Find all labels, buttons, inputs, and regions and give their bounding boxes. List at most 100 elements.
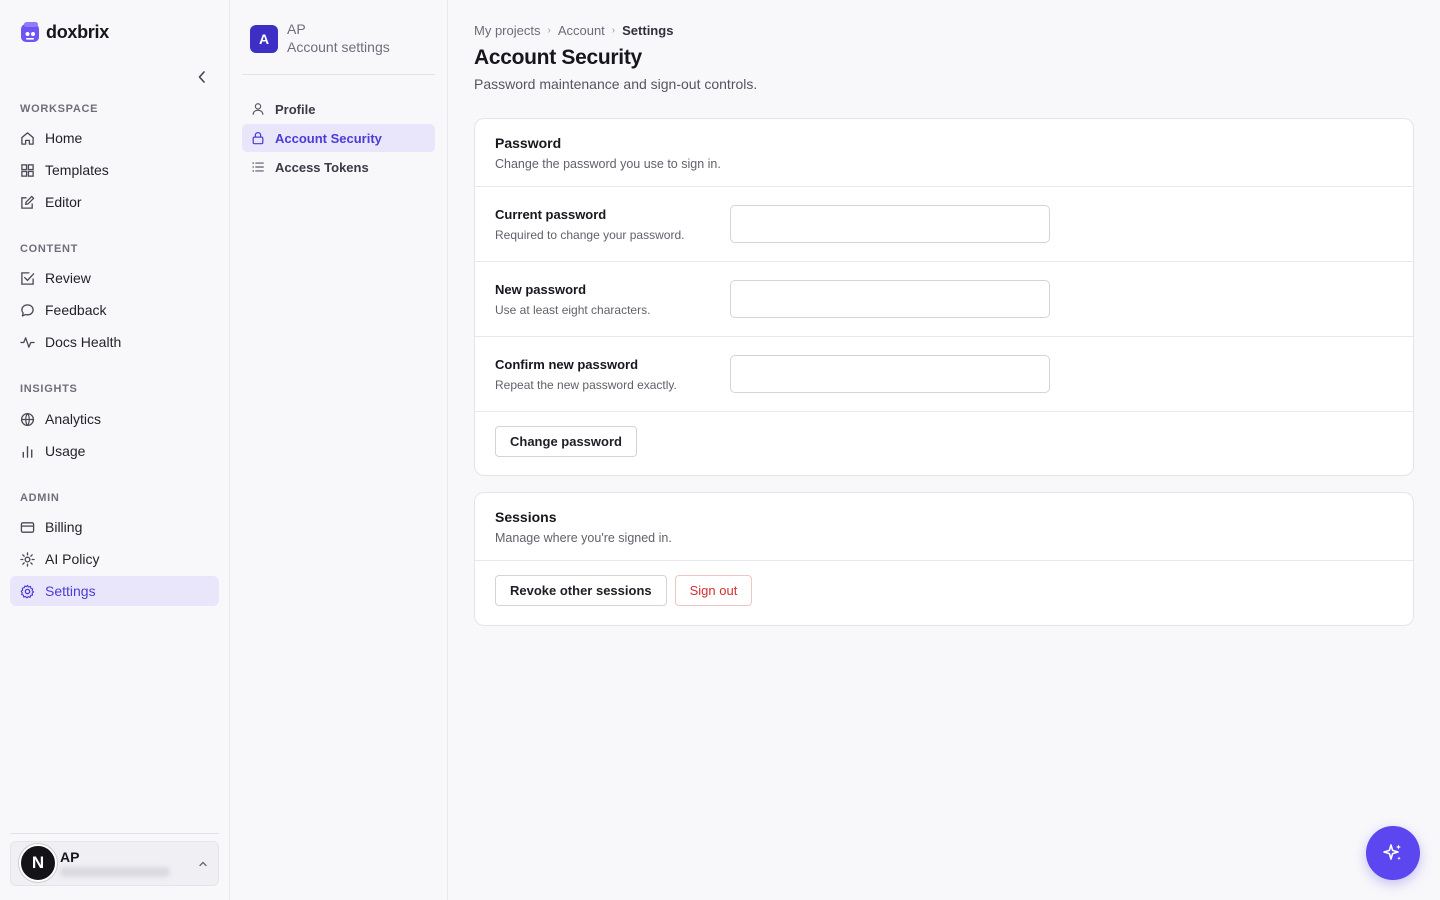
- page-title: Account Security: [474, 46, 642, 69]
- settings-item-label: Profile: [275, 101, 316, 117]
- sidebar-item-label: Editor: [45, 194, 82, 210]
- brand-logo[interactable]: doxbrix: [20, 21, 109, 43]
- bar-chart-icon: [22, 445, 33, 458]
- chevron-left-icon: [198, 71, 205, 83]
- sidebar-divider: [10, 833, 219, 834]
- sessions-card-header: Sessions Manage where you're signed in.: [475, 493, 1413, 561]
- change-password-button[interactable]: Change password: [495, 426, 637, 457]
- user-name: AP: [60, 849, 80, 865]
- field-help: Required to change your password.: [495, 228, 685, 242]
- sidebar-item-feedback[interactable]: Feedback: [10, 295, 219, 325]
- breadcrumb-account[interactable]: Account: [558, 23, 605, 38]
- sidebar-item-templates[interactable]: Templates: [10, 155, 219, 185]
- sidebar-item-label: Review: [45, 270, 91, 286]
- sidebar-item-review[interactable]: Review: [10, 263, 219, 293]
- list-icon: [252, 162, 264, 172]
- sidebar-item-label: Settings: [45, 583, 96, 599]
- current-password-field[interactable]: [730, 205, 1050, 243]
- sidebar-item-label: Feedback: [45, 302, 107, 318]
- card-description: Manage where you're signed in.: [495, 531, 672, 545]
- sidebar-item-billing[interactable]: Billing: [10, 512, 219, 542]
- breadcrumb-separator-icon: ›: [611, 25, 616, 36]
- message-icon: [21, 303, 34, 317]
- sidebar-item-editor[interactable]: Editor: [10, 187, 219, 217]
- breadcrumb-separator-icon: ›: [547, 25, 551, 36]
- account-header: A AP Account settings: [250, 22, 390, 57]
- settings-item-account-security[interactable]: Account Security: [242, 124, 435, 152]
- sun-icon: [20, 551, 35, 567]
- sidebar-item-usage[interactable]: Usage: [10, 436, 219, 466]
- templates-icon: [21, 163, 34, 177]
- breadcrumb-settings: Settings: [622, 23, 674, 38]
- password-actions: Change password: [475, 412, 1413, 471]
- edit-icon: [21, 195, 35, 209]
- sidebar-item-ai-policy[interactable]: AI Policy: [10, 544, 219, 574]
- field-help: Repeat the new password exactly.: [495, 378, 677, 392]
- sidebar-item-label: Analytics: [45, 411, 102, 427]
- avatar: N: [19, 844, 57, 882]
- settings-item-label: Access Tokens: [275, 159, 369, 175]
- lock-icon: [252, 131, 264, 145]
- current-password-row: Current password Required to change your…: [475, 187, 1413, 262]
- check-square-icon: [21, 271, 35, 285]
- sidebar-item-label: Usage: [45, 443, 86, 459]
- credit-card-icon: [20, 521, 35, 533]
- field-label: Current password: [495, 207, 607, 222]
- collapse-sidebar-button[interactable]: [193, 68, 211, 86]
- account-subtitle: Account settings: [287, 39, 390, 55]
- card-title: Password: [495, 135, 562, 151]
- brand-name: doxbrix: [46, 21, 109, 42]
- section-title-workspace: WORKSPACE: [20, 103, 99, 115]
- home-icon: [21, 131, 34, 145]
- settings-item-access-tokens[interactable]: Access Tokens: [242, 153, 435, 181]
- sign-out-button[interactable]: Sign out: [674, 575, 753, 606]
- sessions-card: Sessions Manage where you're signed in. …: [474, 492, 1414, 626]
- sidebar-item-label: AI Policy: [45, 551, 100, 567]
- sidebar-item-label: Home: [45, 130, 83, 146]
- doxbrix-logo-icon: [20, 21, 41, 43]
- password-card: Password Change the password you use to …: [474, 118, 1414, 476]
- chevron-up-icon: [199, 861, 207, 867]
- breadcrumb-my-projects[interactable]: My projects: [474, 23, 540, 38]
- sidebar-item-label: Docs Health: [45, 334, 122, 350]
- main-content: My projects › Account › Settings Account…: [449, 0, 1440, 900]
- sidebar-item-docs-health[interactable]: Docs Health: [10, 327, 219, 357]
- sidebar-item-label: Billing: [45, 519, 83, 535]
- user-icon: [252, 103, 264, 115]
- settings-nav-panel: A AP Account settings Profile Account Se…: [230, 0, 448, 900]
- sidebar-item-analytics[interactable]: Analytics: [10, 404, 219, 434]
- main-sidebar: doxbrix WORKSPACE Home Templates Editor …: [0, 0, 230, 900]
- field-label: Confirm new password: [495, 357, 639, 372]
- page-subtitle: Password maintenance and sign-out contro…: [474, 76, 758, 92]
- sessions-actions: Revoke other sessions Sign out: [475, 561, 1413, 620]
- activity-icon: [20, 336, 35, 348]
- confirm-password-field[interactable]: [730, 355, 1050, 393]
- settings-item-profile[interactable]: Profile: [242, 95, 435, 123]
- confirm-password-row: Confirm new password Repeat the new pass…: [475, 337, 1413, 412]
- sidebar-item-label: Templates: [45, 162, 109, 178]
- section-title-content: CONTENT: [20, 243, 79, 255]
- revoke-other-sessions-button[interactable]: Revoke other sessions: [495, 575, 667, 606]
- card-title: Sessions: [495, 509, 557, 525]
- panel-divider: [242, 74, 435, 75]
- section-title-insights: INSIGHTS: [20, 383, 78, 395]
- sidebar-item-settings[interactable]: Settings: [10, 576, 219, 606]
- password-card-header: Password Change the password you use to …: [475, 119, 1413, 187]
- user-email-redacted: [60, 867, 170, 877]
- globe-icon: [20, 412, 35, 426]
- account-initials: AP: [287, 21, 306, 37]
- sparkle-icon: [1383, 844, 1401, 861]
- user-menu-button[interactable]: N AP: [10, 841, 219, 886]
- field-help: Use at least eight characters.: [495, 303, 651, 317]
- gear-icon: [20, 584, 35, 598]
- sidebar-item-home[interactable]: Home: [10, 123, 219, 153]
- ai-assistant-button[interactable]: [1366, 826, 1420, 880]
- field-label: New password: [495, 282, 587, 297]
- card-description: Change the password you use to sign in.: [495, 157, 721, 171]
- new-password-row: New password Use at least eight characte…: [475, 262, 1413, 337]
- account-avatar: A: [250, 25, 278, 53]
- new-password-field[interactable]: [730, 280, 1050, 318]
- breadcrumb: My projects › Account › Settings: [474, 23, 673, 38]
- section-title-admin: ADMIN: [20, 492, 60, 504]
- settings-item-label: Account Security: [275, 130, 382, 146]
